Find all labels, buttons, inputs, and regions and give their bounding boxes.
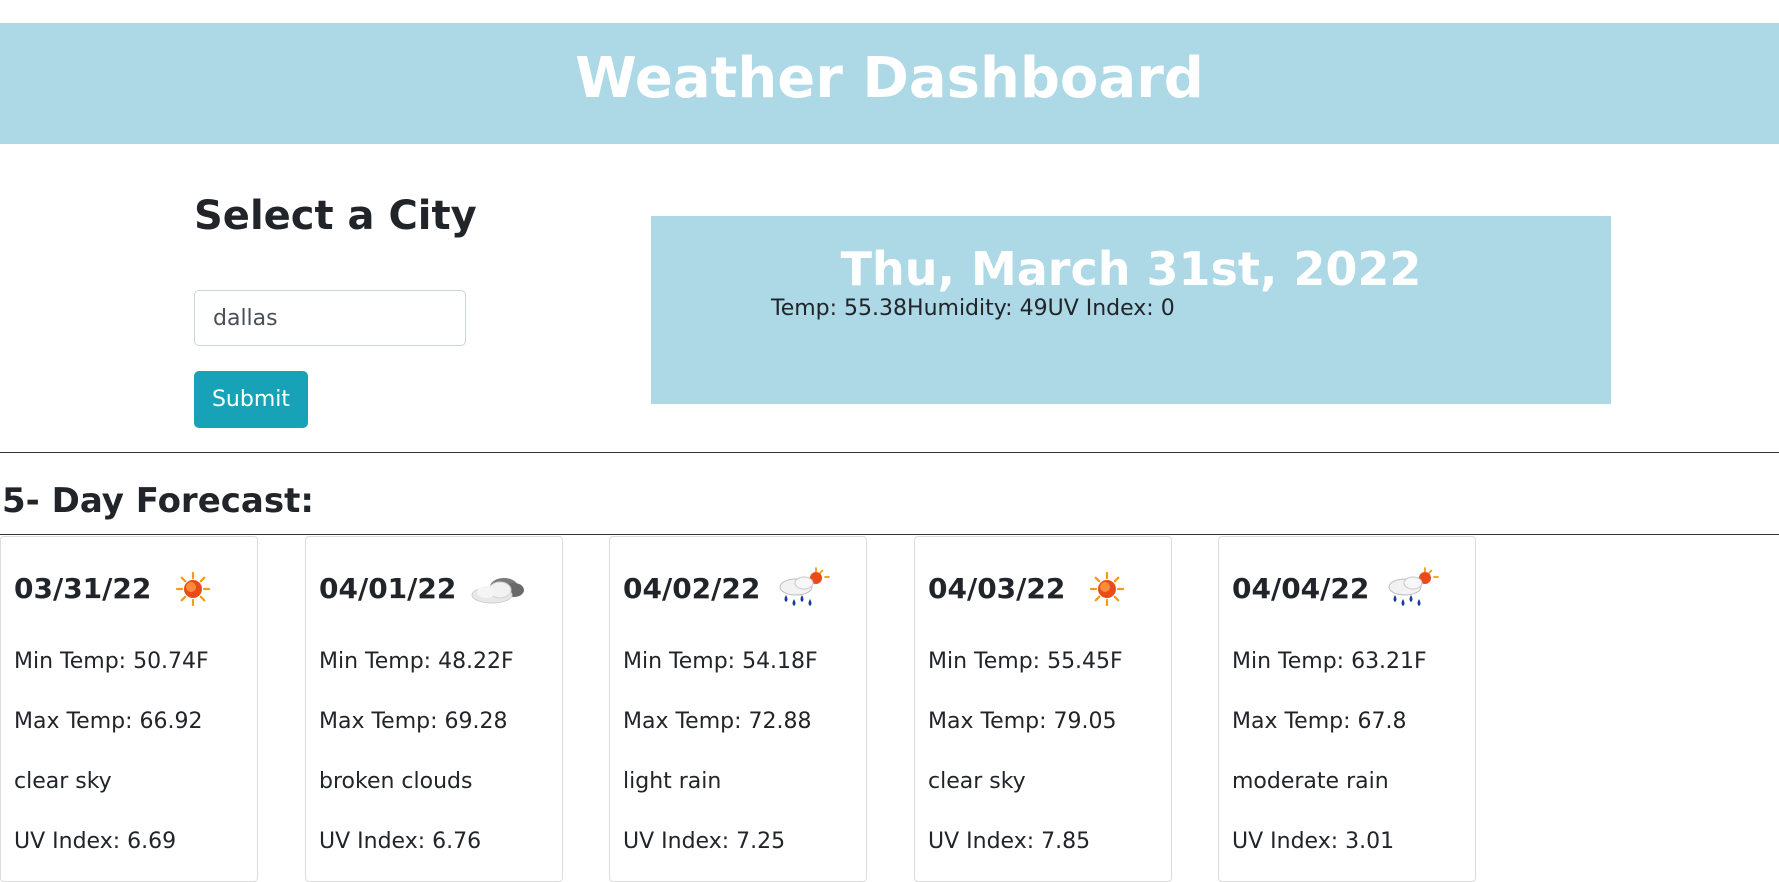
forecast-card: 04/04/22 Min Temp: 63.21F Max Temp: 67.8… bbox=[1218, 536, 1476, 882]
forecast-date: 04/01/22 bbox=[319, 572, 457, 605]
forecast-cards: 03/31/22 Min Temp: 50.74F Max Temp: 66.9… bbox=[0, 536, 1779, 882]
forecast-heading: 5- Day Forecast: bbox=[2, 481, 314, 521]
forecast-card-header: 04/01/22 bbox=[319, 565, 530, 613]
city-search-input[interactable] bbox=[194, 290, 466, 346]
forecast-min-temp: Min Temp: 48.22F bbox=[319, 649, 514, 674]
forecast-description: broken clouds bbox=[319, 769, 473, 794]
forecast-date: 03/31/22 bbox=[14, 572, 152, 605]
forecast-description: clear sky bbox=[14, 769, 112, 794]
current-date: Thu, March 31st, 2022 bbox=[840, 242, 1422, 296]
forecast-description: light rain bbox=[623, 769, 722, 794]
forecast-min-temp: Min Temp: 54.18F bbox=[623, 649, 818, 674]
forecast-max-temp: Max Temp: 66.92 bbox=[14, 709, 203, 734]
forecast-max-temp: Max Temp: 79.05 bbox=[928, 709, 1117, 734]
current-stats: Temp: 55.38Humidity: 49UV Index: 0 bbox=[771, 294, 1175, 325]
divider bbox=[0, 534, 1779, 535]
sun-icon bbox=[1075, 565, 1139, 613]
forecast-card: 04/03/22 Min Temp: 55.45F Max Temp: 79.0… bbox=[914, 536, 1172, 882]
forecast-date: 04/02/22 bbox=[623, 572, 761, 605]
select-city-heading: Select a City bbox=[194, 193, 477, 239]
page-title: Weather Dashboard bbox=[575, 46, 1204, 111]
rain-sun-icon bbox=[1379, 565, 1443, 613]
forecast-uv-index: UV Index: 6.69 bbox=[14, 829, 177, 854]
rain-sun-icon bbox=[770, 565, 834, 613]
forecast-date: 04/03/22 bbox=[928, 572, 1066, 605]
forecast-uv-index: UV Index: 7.85 bbox=[928, 829, 1091, 854]
forecast-card-header: 03/31/22 bbox=[14, 565, 225, 613]
forecast-description: clear sky bbox=[928, 769, 1026, 794]
forecast-card: 03/31/22 Min Temp: 50.74F Max Temp: 66.9… bbox=[0, 536, 258, 882]
current-weather-panel: Thu, March 31st, 2022 Temp: 55.38Humidit… bbox=[651, 216, 1611, 404]
sun-icon bbox=[161, 565, 225, 613]
forecast-description: moderate rain bbox=[1232, 769, 1389, 794]
forecast-card: 04/01/22 Min Temp: 48.22F Max Temp: 69.2… bbox=[305, 536, 563, 882]
forecast-max-temp: Max Temp: 72.88 bbox=[623, 709, 812, 734]
forecast-card-header: 04/02/22 bbox=[623, 565, 834, 613]
current-uv-index: UV Index: 0 bbox=[1047, 296, 1175, 321]
forecast-card: 04/02/22 Min Temp: 54.18F Max Temp: 72.8… bbox=[609, 536, 867, 882]
forecast-card-header: 04/04/22 bbox=[1232, 565, 1443, 613]
forecast-uv-index: UV Index: 6.76 bbox=[319, 829, 482, 854]
page-header: Weather Dashboard bbox=[0, 23, 1779, 144]
forecast-min-temp: Min Temp: 55.45F bbox=[928, 649, 1123, 674]
forecast-uv-index: UV Index: 3.01 bbox=[1232, 829, 1395, 854]
forecast-date: 04/04/22 bbox=[1232, 572, 1370, 605]
forecast-uv-index: UV Index: 7.25 bbox=[623, 829, 786, 854]
forecast-max-temp: Max Temp: 67.8 bbox=[1232, 709, 1407, 734]
divider bbox=[0, 452, 1779, 453]
cloud-icon bbox=[466, 565, 530, 613]
submit-button[interactable]: Submit bbox=[194, 371, 308, 428]
forecast-min-temp: Min Temp: 50.74F bbox=[14, 649, 209, 674]
current-temp: Temp: 55.38 bbox=[771, 296, 908, 321]
forecast-min-temp: Min Temp: 63.21F bbox=[1232, 649, 1427, 674]
forecast-card-header: 04/03/22 bbox=[928, 565, 1139, 613]
current-humidity: Humidity: 49 bbox=[907, 296, 1048, 321]
forecast-max-temp: Max Temp: 69.28 bbox=[319, 709, 508, 734]
